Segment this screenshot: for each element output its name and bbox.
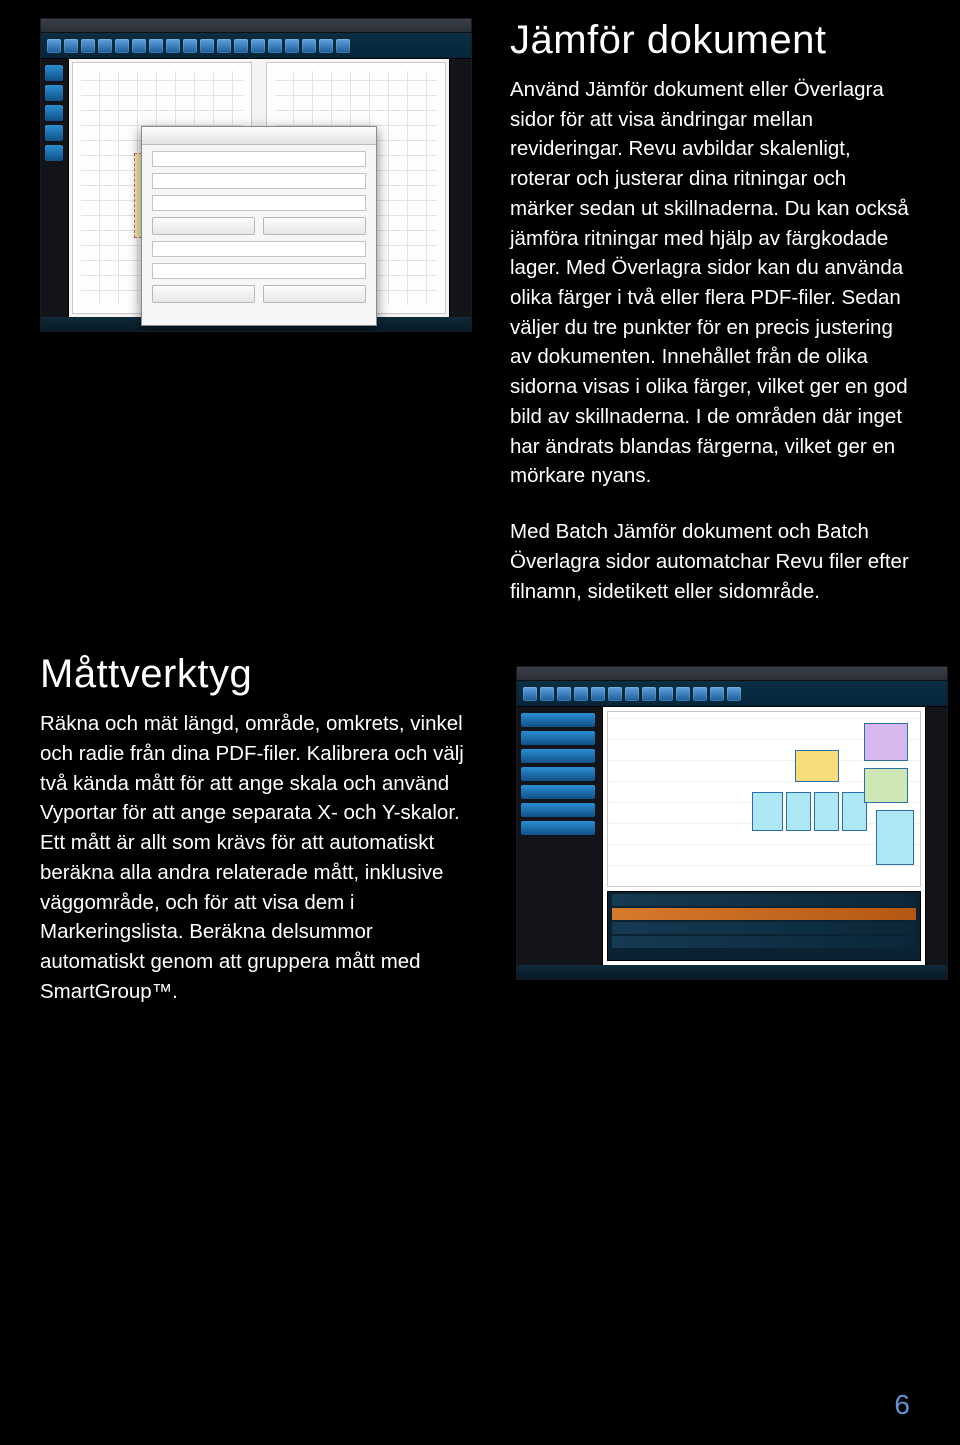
panel-row	[521, 749, 595, 763]
toolbar-icon	[319, 39, 333, 53]
dialog-button	[263, 217, 366, 235]
compare-paragraph-1: Använd Jämför dokument eller Överlagra s…	[510, 75, 910, 491]
page-number: 6	[894, 1389, 910, 1421]
toolbar-icon	[591, 687, 605, 701]
panel-icon	[45, 145, 63, 161]
section-compare: Jämför dokument Använd Jämför dokument e…	[40, 18, 910, 632]
toolbar-icon	[81, 39, 95, 53]
dialog-button	[152, 217, 255, 235]
panel-icon	[45, 125, 63, 141]
room-yellow	[795, 750, 839, 781]
panel-icon	[45, 65, 63, 81]
panel-icon	[45, 85, 63, 101]
markup-row	[612, 894, 916, 906]
toolbar-icon	[336, 39, 350, 53]
toolbar-icon	[132, 39, 146, 53]
app-menubar	[517, 667, 947, 681]
dialog-row	[152, 217, 366, 235]
app-toolbar	[517, 681, 947, 707]
right-panel	[449, 59, 471, 317]
status-bar	[517, 965, 947, 979]
measure-heading: Måttverktyg	[40, 652, 480, 697]
measure-paragraph-1: Räkna och mät längd, område, omkrets, vi…	[40, 709, 480, 1006]
toolbar-icon	[625, 687, 639, 701]
compare-dialog	[141, 126, 377, 326]
section-measure: Måttverktyg Räkna och mät längd, område,…	[40, 652, 910, 1032]
panel-row	[521, 767, 595, 781]
dialog-title	[142, 127, 376, 145]
app-menubar	[41, 19, 471, 33]
toolbar-icon	[200, 39, 214, 53]
left-panel	[41, 59, 69, 317]
compare-paragraph-2: Med Batch Jämför dokument och Batch Över…	[510, 517, 910, 606]
app-toolbar	[41, 33, 471, 59]
toolbar-icon	[710, 687, 724, 701]
toolbar-icon	[302, 39, 316, 53]
room-cyan	[786, 792, 811, 830]
toolbar-icon	[234, 39, 248, 53]
toolbar-icon	[115, 39, 129, 53]
toolbar-icon	[98, 39, 112, 53]
canvas	[69, 59, 449, 317]
room-green	[864, 768, 908, 803]
toolbar-icon	[659, 687, 673, 701]
toolbar-icon	[183, 39, 197, 53]
toolbar-icon	[251, 39, 265, 53]
toolbar-icon	[676, 687, 690, 701]
canvas	[603, 707, 925, 965]
room-cyan	[876, 810, 913, 866]
room-purple	[864, 723, 908, 761]
toolbar-icon	[523, 687, 537, 701]
dialog-field	[152, 195, 366, 211]
toolbar-icon	[166, 39, 180, 53]
dialog-ok	[152, 285, 255, 303]
dialog-row	[152, 285, 366, 303]
toolbar-icon	[64, 39, 78, 53]
panel-row	[521, 803, 595, 817]
app-body	[41, 59, 471, 317]
measure-text: Måttverktyg Räkna och mät längd, område,…	[40, 652, 480, 1032]
compare-heading: Jämför dokument	[510, 18, 910, 63]
toolbar-icon	[540, 687, 554, 701]
room-cyan	[752, 792, 783, 830]
toolbar-icon	[217, 39, 231, 53]
compare-screenshot	[40, 18, 472, 332]
markups-list	[607, 891, 921, 961]
toolbar-icon	[285, 39, 299, 53]
toolbar-icon	[574, 687, 588, 701]
panel-row	[521, 785, 595, 799]
measure-screenshot-container	[516, 652, 948, 1032]
toolbar-icon	[693, 687, 707, 701]
toolbar-icon	[557, 687, 571, 701]
compare-text: Jämför dokument Använd Jämför dokument e…	[510, 18, 910, 632]
panel-row	[521, 731, 595, 745]
measure-panel	[517, 707, 603, 965]
dialog-field	[152, 151, 366, 167]
toolbar-icon	[47, 39, 61, 53]
panel-row	[521, 713, 595, 727]
compare-screenshot-container	[40, 18, 474, 632]
panel-row	[521, 821, 595, 835]
dialog-field	[152, 173, 366, 189]
measure-screenshot	[516, 666, 948, 980]
right-panel	[925, 707, 947, 965]
room-cyan	[814, 792, 839, 830]
floor-plan	[607, 711, 921, 887]
toolbar-icon	[149, 39, 163, 53]
dialog-field	[152, 263, 366, 279]
dialog-field	[152, 241, 366, 257]
toolbar-icon	[727, 687, 741, 701]
panel-icon	[45, 105, 63, 121]
markup-row-selected	[612, 908, 916, 920]
toolbar-icon	[608, 687, 622, 701]
markup-row	[612, 922, 916, 934]
markup-row	[612, 936, 916, 948]
app-body	[517, 707, 947, 965]
dialog-cancel	[263, 285, 366, 303]
toolbar-icon	[642, 687, 656, 701]
toolbar-icon	[268, 39, 282, 53]
